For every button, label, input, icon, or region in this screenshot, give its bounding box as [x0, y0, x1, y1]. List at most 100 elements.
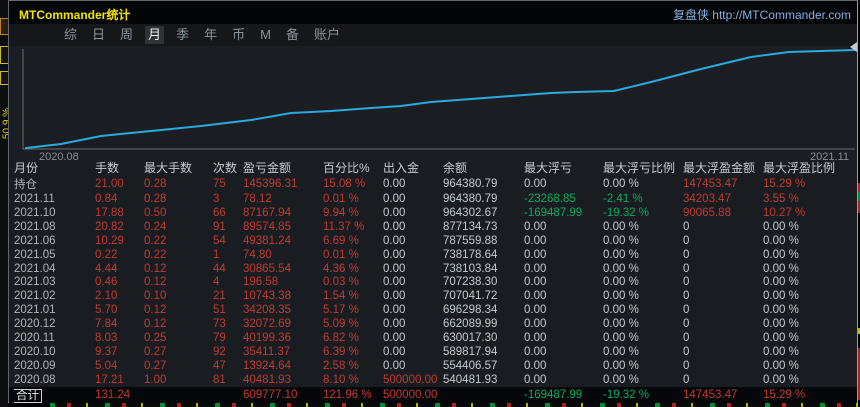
table-cell: 0.12 [144, 318, 167, 331]
table-cell: 147453.47 [683, 388, 738, 401]
table-row[interactable]: 2021.05 0.22 0.22 1 74.80 0.01 % 0.00 738178.64… [9, 248, 857, 262]
table-row[interactable]: 2021.11 0.84 0.28 3 78.12 0.01 % 0.00 964380.79… [9, 192, 857, 206]
table-cell: 6.39 % [323, 346, 359, 359]
table-cell: 630017.30 [443, 332, 498, 345]
table-cell: 4 [213, 276, 220, 289]
table-cell: 0.00 % [763, 276, 799, 289]
table-cell: 877134.73 [443, 220, 498, 233]
menu-item-年[interactable]: 年 [201, 26, 220, 44]
table-row[interactable]: 2021.10 17.88 0.50 66 87167.94 9.94 % 0.00 9643… [9, 206, 857, 220]
table-cell: 0.00 [524, 346, 547, 359]
table-row[interactable]: 2020.09 5.04 0.27 47 13924.64 2.58 % 0.00 55440… [9, 359, 857, 373]
table-cell: 3.55 % [763, 192, 799, 205]
table-cell: 0.00 [524, 276, 547, 289]
table-cell: 0.00 [383, 262, 406, 275]
table-cell: 91 [213, 220, 226, 233]
table-cell: 32072.69 [243, 318, 291, 331]
table-cell: 0.22 [144, 248, 167, 261]
table-total-row[interactable]: 合计 131.24 609777.10 121.96 % 500000.00 -16948… [9, 386, 857, 403]
table-cell: 90065.88 [683, 206, 731, 219]
table-row[interactable]: 2021.08 20.82 0.24 91 89574.85 11.37 % 0.00 877… [9, 220, 857, 234]
monthly-stats-table: 月份 手数 最大手数 次数 盈亏金额 百分比% 出入金 余额 最大浮亏 最大浮亏比例 最大浮盈金额最… [9, 159, 857, 403]
table-cell: 0.00 [524, 178, 547, 190]
table-cell: 0.01 % [323, 192, 359, 205]
menu-item-M[interactable]: M [257, 26, 274, 44]
table-row[interactable]: 2021.03 0.46 0.12 4 196.58 0.03 % 0.00 707238.3… [9, 276, 857, 290]
column-header: 最大浮亏 [524, 161, 573, 175]
table-cell: 75 [213, 178, 226, 190]
table-cell: 0.00 [524, 360, 547, 373]
statistics-window: MTCommander统计 复盘侠 http://MTCommander.com… [8, 0, 858, 403]
window-title: MTCommander统计 [19, 8, 131, 22]
table-cell: 0.27 [144, 346, 167, 359]
table-cell: 0.00 % [603, 346, 639, 359]
table-cell: 10743.38 [243, 290, 291, 303]
table-cell: 4.44 [95, 262, 118, 275]
table-cell: 2.58 % [323, 360, 359, 373]
table-cell: 0.00 % [603, 290, 639, 303]
table-row[interactable]: 持仓 21.00 0.28 75 145396.31 15.08 % 0.00 964380.… [9, 176, 857, 192]
table-cell: 0.00 % [603, 276, 639, 289]
table-cell: 2020.10 [14, 346, 56, 359]
table-cell: 17.88 [95, 206, 124, 219]
table-cell: 21.00 [95, 178, 124, 190]
table-cell: 2021.06 [14, 234, 56, 247]
table-cell: 0.84 [95, 192, 118, 205]
table-cell: 0.00 [383, 234, 406, 247]
table-cell: 10.29 [95, 234, 124, 247]
table-cell: 0.00 % [603, 248, 639, 261]
background-window-bottom-edge [50, 403, 860, 407]
table-row[interactable]: 2020.10 9.37 0.27 92 35411.37 6.39 % 0.00 58981… [9, 345, 857, 359]
table-cell: 131.24 [95, 388, 131, 401]
table-cell: 73 [213, 318, 226, 331]
menu-item-月[interactable]: 月 [145, 26, 165, 44]
menu-item-周[interactable]: 周 [117, 26, 136, 44]
table-cell: 0.00 % [603, 373, 639, 386]
menu-item-综[interactable]: 综 [61, 26, 80, 44]
table-cell: -19.32 % [603, 388, 650, 401]
table-cell: 35411.37 [243, 346, 291, 359]
table-cell: 0.00 % [603, 318, 639, 331]
table-cell: 34203.47 [683, 192, 731, 205]
table-cell: 5.09 % [323, 318, 359, 331]
table-cell: 81 [213, 373, 226, 386]
table-row[interactable]: 2021.01 5.70 0.12 51 34208.35 5.17 % 0.00 69629… [9, 303, 857, 317]
menu-item-币[interactable]: 币 [229, 26, 248, 44]
table-cell: 合计 [14, 388, 42, 403]
table-row[interactable]: 2020.12 7.84 0.12 73 32072.69 5.09 % 0.00 66208… [9, 317, 857, 331]
table-cell: 0.00 [383, 206, 406, 219]
table-row[interactable]: 2021.02 2.10 0.10 21 10743.38 1.54 % 0.00 70704… [9, 289, 857, 303]
table-row[interactable]: 2021.04 4.44 0.12 44 30865.54 4.36 % 0.00 73810… [9, 262, 857, 276]
table-cell: 0.00 % [603, 178, 639, 190]
table-cell: 15.08 % [323, 178, 366, 190]
table-row[interactable]: 2020.08 17.21 1.00 81 40481.93 8.10 % 500000.0… [9, 373, 857, 387]
menu-item-日[interactable]: 日 [89, 26, 108, 44]
table-cell: 0.00 % [763, 346, 799, 359]
brand-link[interactable]: 复盘侠 http://MTCommander.com [673, 6, 851, 23]
table-cell: 500000.00 [383, 388, 438, 401]
table-cell: 5.17 % [323, 304, 359, 317]
menu-item-账户[interactable]: 账户 [311, 26, 343, 44]
menu-item-备[interactable]: 备 [283, 26, 302, 44]
table-cell: 0.00 % [763, 290, 799, 303]
table-cell: 8.03 [95, 332, 118, 345]
menu-item-季[interactable]: 季 [173, 26, 192, 44]
table-cell: 540481.93 [443, 373, 498, 386]
table-cell: 121.96 % [323, 388, 372, 401]
table-cell: 0 [683, 234, 690, 247]
table-cell: 13924.64 [243, 360, 291, 373]
table-cell: 0.00 [524, 262, 547, 275]
table-cell: 0 [683, 373, 690, 386]
table-cell: 147453.47 [683, 178, 738, 190]
table-cell: 0.00 % [763, 234, 799, 247]
table-row[interactable]: 2021.06 10.29 0.22 54 49381.24 6.69 % 0.00 7875… [9, 234, 857, 248]
table-cell: 0.22 [95, 248, 118, 261]
table-cell: 554406.57 [443, 360, 498, 373]
table-cell: 34208.35 [243, 304, 291, 317]
table-cell: -2.41 % [603, 192, 643, 205]
table-row[interactable]: 2020.11 8.03 0.25 79 40199.36 6.82 % 0.00 63001… [9, 331, 857, 345]
table-cell: 0.00 % [763, 248, 799, 261]
table-cell: 0.00 % [763, 332, 799, 345]
table-cell: 0.03 % [323, 276, 359, 289]
table-cell: 145396.31 [243, 178, 298, 190]
